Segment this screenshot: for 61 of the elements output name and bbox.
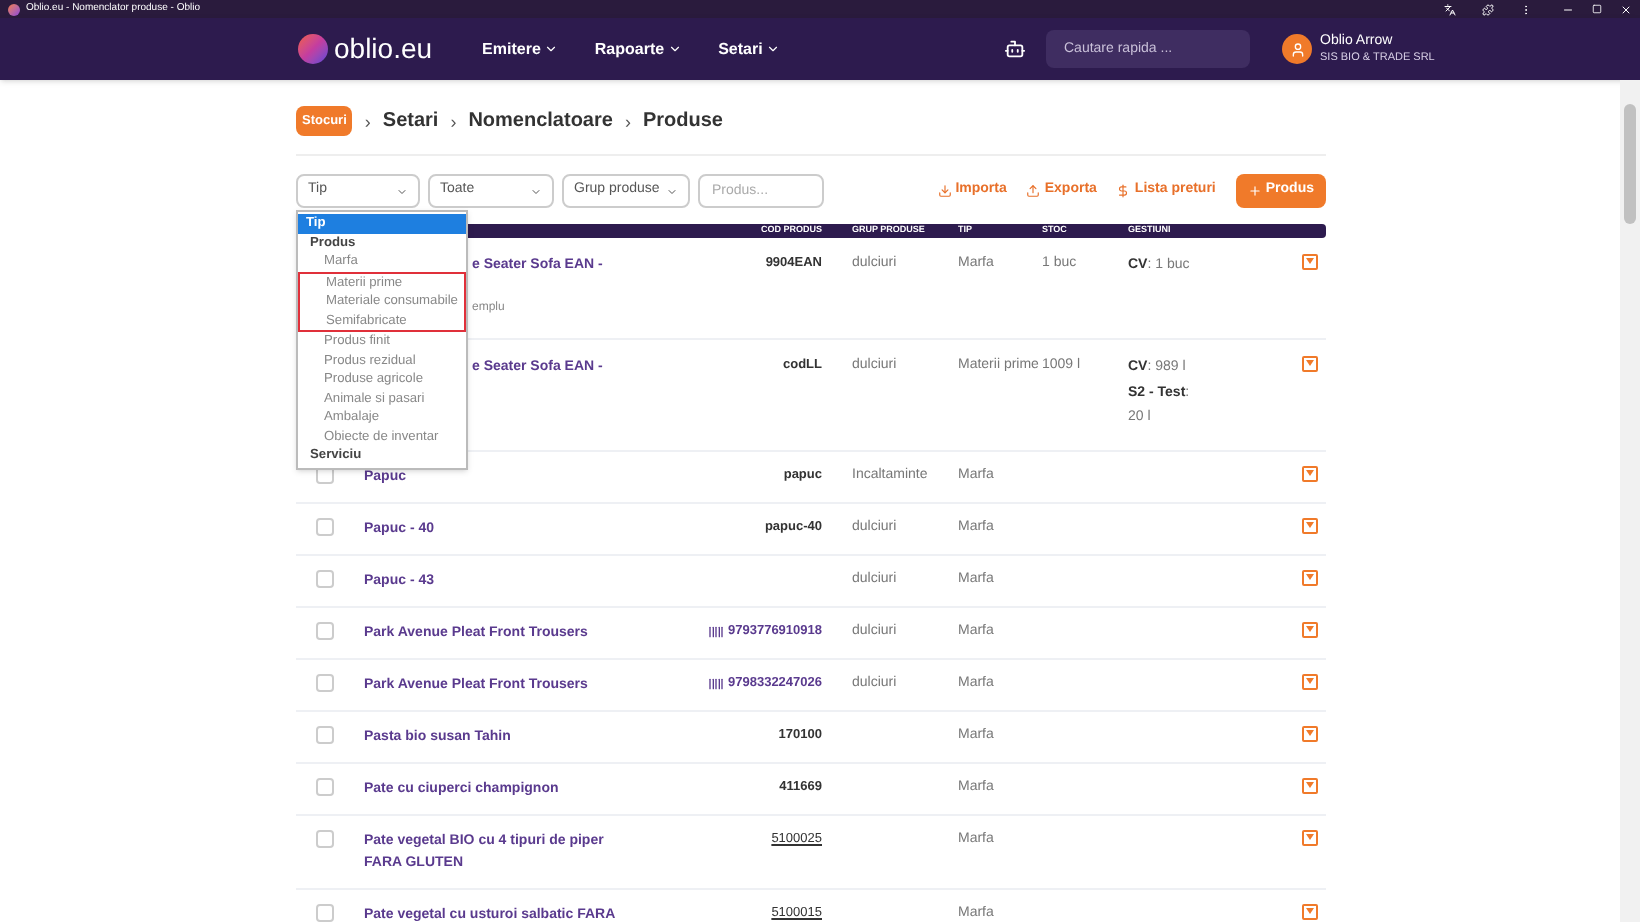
- row-actions-button[interactable]: [1302, 465, 1318, 482]
- user-avatar[interactable]: [1282, 34, 1312, 64]
- row-actions-button[interactable]: [1302, 725, 1318, 742]
- caret-icon: [1306, 678, 1314, 685]
- caret-icon: [1306, 258, 1314, 265]
- app-favicon-icon: [8, 3, 20, 15]
- caret-icon: [1306, 908, 1314, 915]
- nav-menu[interactable]: Rapoarte: [594, 37, 683, 61]
- maximize-icon[interactable]: [1592, 4, 1602, 14]
- row-actions-button[interactable]: [1302, 903, 1318, 920]
- caret-icon: [1306, 730, 1314, 737]
- row-actions-button[interactable]: [1302, 253, 1318, 270]
- nav-menu[interactable]: Emitere: [482, 37, 559, 61]
- row-actions-button[interactable]: [1302, 829, 1318, 846]
- row-checkbox[interactable]: [315, 829, 333, 848]
- download-icon: [937, 184, 952, 198]
- row-actions-button[interactable]: [1302, 517, 1318, 534]
- breadcrumb-item[interactable]: Setari: [382, 106, 439, 136]
- nav-menu[interactable]: Setari: [718, 37, 781, 61]
- row-checkbox[interactable]: [315, 517, 333, 536]
- row-checkbox[interactable]: [315, 903, 333, 922]
- row-checkbox[interactable]: [315, 569, 333, 588]
- robot-icon[interactable]: [1004, 38, 1026, 60]
- extensions-icon[interactable]: [1482, 3, 1494, 15]
- breadcrumb-separator: ›: [450, 109, 457, 133]
- breadcrumb-item: Produse: [642, 108, 723, 136]
- translate-icon[interactable]: [1444, 3, 1456, 15]
- caret-icon: [1306, 834, 1314, 841]
- row-actions-button[interactable]: [1302, 355, 1318, 372]
- chevron-icon: [668, 42, 683, 56]
- chevron-icon: [766, 42, 781, 56]
- caret-icon: [1306, 360, 1314, 367]
- logo-icon: [298, 34, 328, 64]
- minimize-icon[interactable]: [1562, 3, 1574, 15]
- user-icon: [1289, 41, 1305, 57]
- chevron-icon: [396, 185, 408, 197]
- row-checkbox[interactable]: [315, 725, 333, 744]
- caret-icon: [1306, 574, 1314, 581]
- plus-icon: [1247, 184, 1262, 198]
- chevron-icon: [530, 185, 542, 197]
- chevron-icon: [544, 42, 559, 56]
- breadcrumb-separator: ›: [364, 109, 371, 133]
- caret-icon: [1306, 782, 1314, 789]
- close-icon[interactable]: [1620, 3, 1632, 15]
- upload-icon: [1026, 184, 1041, 198]
- breadcrumb-item[interactable]: Nomenclatoare: [468, 106, 613, 136]
- row-checkbox[interactable]: [315, 673, 333, 692]
- caret-icon: [1306, 626, 1314, 633]
- caret-icon: [1306, 470, 1314, 477]
- row-actions-button[interactable]: [1302, 673, 1318, 690]
- row-checkbox[interactable]: [315, 465, 333, 484]
- logo-text[interactable]: oblio.eu: [334, 28, 433, 70]
- chevron-icon: [666, 185, 678, 197]
- row-actions-button[interactable]: [1302, 621, 1318, 638]
- row-checkbox[interactable]: [315, 777, 333, 796]
- caret-icon: [1306, 522, 1314, 529]
- row-checkbox[interactable]: [315, 621, 333, 640]
- row-actions-button[interactable]: [1302, 777, 1318, 794]
- dollar-icon: [1116, 184, 1131, 198]
- breadcrumb-separator: ›: [624, 109, 631, 133]
- row-actions-button[interactable]: [1302, 569, 1318, 586]
